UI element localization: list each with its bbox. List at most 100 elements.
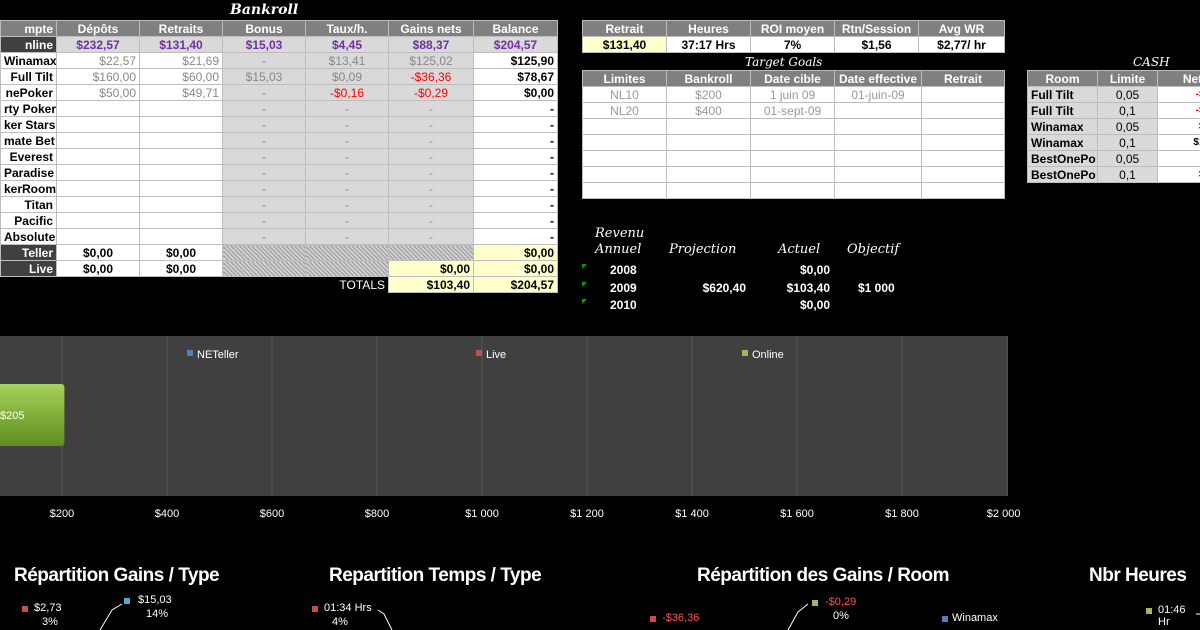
room-taux[interactable]: $13,41	[305, 52, 389, 69]
room-balance[interactable]: -	[473, 148, 558, 165]
cash-limite[interactable]: 0,1	[1097, 134, 1158, 151]
goals-cell[interactable]: 1 juin 09	[750, 86, 835, 103]
room-retraits[interactable]: $60,00	[139, 68, 223, 85]
live-depots[interactable]: $0,00	[56, 260, 140, 277]
totals-balance[interactable]: $204,57	[473, 276, 558, 293]
room-gains[interactable]: -	[388, 180, 474, 197]
row-label-room[interactable]: rty Poker	[0, 100, 57, 117]
row-label-room[interactable]: Winamax	[0, 52, 57, 69]
cash-header[interactable]: Net	[1157, 70, 1200, 87]
cash-room[interactable]: Winamax	[1027, 118, 1098, 135]
room-retraits[interactable]	[139, 148, 223, 165]
room-balance[interactable]: -	[473, 100, 558, 117]
goals-cell[interactable]	[750, 182, 835, 199]
header-cell[interactable]: Retraits	[139, 20, 223, 37]
cash-limite[interactable]: 0,1	[1097, 166, 1158, 183]
summary-header[interactable]: Avg WR	[918, 20, 1005, 37]
room-retraits[interactable]	[139, 132, 223, 149]
room-taux[interactable]: -	[305, 212, 389, 229]
row-label-room[interactable]: Everest	[0, 148, 57, 165]
goals-header[interactable]: Date effective	[834, 70, 922, 87]
revenue-actuel[interactable]: $0,00	[800, 298, 830, 312]
cash-header[interactable]: Room	[1027, 70, 1098, 87]
cash-room[interactable]: Winamax	[1027, 134, 1098, 151]
summary-value[interactable]: $131,40	[582, 36, 667, 53]
goals-cell[interactable]: $400	[666, 102, 751, 119]
goals-cell[interactable]	[921, 166, 1005, 183]
goals-cell[interactable]	[750, 134, 835, 151]
goals-header[interactable]: Date cible	[750, 70, 835, 87]
room-gains[interactable]: -	[388, 196, 474, 213]
summary-header[interactable]: ROI moyen	[750, 20, 835, 37]
summary-value[interactable]: $1,56	[834, 36, 919, 53]
goals-cell[interactable]	[834, 134, 922, 151]
neteller-bonus[interactable]	[222, 244, 306, 261]
row-label-neteller[interactable]: Teller	[0, 244, 57, 261]
room-taux[interactable]: $0,09	[305, 68, 389, 85]
room-bonus[interactable]: -	[222, 100, 306, 117]
room-balance[interactable]: -	[473, 228, 558, 245]
goals-cell[interactable]	[582, 150, 667, 167]
online-taux[interactable]: $4,45	[305, 36, 389, 53]
room-balance[interactable]: -	[473, 180, 558, 197]
room-retraits[interactable]	[139, 116, 223, 133]
room-taux[interactable]: -	[305, 164, 389, 181]
room-bonus[interactable]: -	[222, 148, 306, 165]
room-taux[interactable]: -	[305, 100, 389, 117]
room-balance[interactable]: -	[473, 196, 558, 213]
row-label-room[interactable]: Paradise	[0, 164, 57, 181]
cash-limite[interactable]: 0,1	[1097, 102, 1158, 119]
summary-value[interactable]: 37:17 Hrs	[666, 36, 751, 53]
header-cell[interactable]: Taux/h.	[305, 20, 389, 37]
neteller-gains[interactable]	[388, 244, 474, 261]
room-depots[interactable]	[56, 100, 140, 117]
room-bonus[interactable]: -	[222, 84, 306, 101]
cash-header[interactable]: Limite	[1097, 70, 1158, 87]
live-retraits[interactable]: $0,00	[139, 260, 223, 277]
room-gains[interactable]: -	[388, 164, 474, 181]
room-depots[interactable]	[56, 228, 140, 245]
room-balance[interactable]: -	[473, 164, 558, 181]
room-depots[interactable]	[56, 132, 140, 149]
room-depots[interactable]	[56, 148, 140, 165]
goals-cell[interactable]	[921, 134, 1005, 151]
room-taux[interactable]: -	[305, 196, 389, 213]
goals-header[interactable]: Bankroll	[666, 70, 751, 87]
neteller-balance[interactable]: $0,00	[473, 244, 558, 261]
goals-cell[interactable]	[921, 86, 1005, 103]
row-label-room[interactable]: nePoker	[0, 84, 57, 101]
room-balance[interactable]: $0,00	[473, 84, 558, 101]
room-bonus[interactable]: -	[222, 212, 306, 229]
live-balance[interactable]: $0,00	[473, 260, 558, 277]
summary-header[interactable]: Heures	[666, 20, 751, 37]
room-retraits[interactable]	[139, 164, 223, 181]
row-label-room[interactable]: Full Tilt	[0, 68, 57, 85]
goals-cell[interactable]	[750, 118, 835, 135]
summary-header[interactable]: Rtn/Session	[834, 20, 919, 37]
room-bonus[interactable]: -	[222, 132, 306, 149]
goals-cell[interactable]	[666, 182, 751, 199]
room-taux[interactable]: -	[305, 148, 389, 165]
room-depots[interactable]	[56, 196, 140, 213]
row-label-room[interactable]: mate Bet	[0, 132, 57, 149]
row-label-live[interactable]: Live	[0, 260, 57, 277]
goals-cell[interactable]	[921, 150, 1005, 167]
goals-header[interactable]: Retrait	[921, 70, 1005, 87]
online-gains[interactable]: $88,37	[388, 36, 474, 53]
summary-value[interactable]: $2,77/ hr	[918, 36, 1005, 53]
goals-cell[interactable]	[750, 166, 835, 183]
revenue-projection[interactable]: $620,40	[703, 281, 746, 295]
room-bonus[interactable]: $15,03	[222, 68, 306, 85]
goals-cell[interactable]	[582, 182, 667, 199]
cash-room[interactable]: BestOnePo	[1027, 150, 1098, 167]
goals-cell[interactable]: NL10	[582, 86, 667, 103]
row-label-online[interactable]: nline	[0, 36, 57, 53]
live-gains[interactable]: $0,00	[388, 260, 474, 277]
header-cell[interactable]: Balance	[473, 20, 558, 37]
revenue-year[interactable]: 2010	[610, 298, 637, 312]
room-depots[interactable]	[56, 212, 140, 229]
room-gains[interactable]: $125,02	[388, 52, 474, 69]
summary-value[interactable]: 7%	[750, 36, 835, 53]
room-retraits[interactable]	[139, 100, 223, 117]
row-label-room[interactable]: Titan	[0, 196, 57, 213]
